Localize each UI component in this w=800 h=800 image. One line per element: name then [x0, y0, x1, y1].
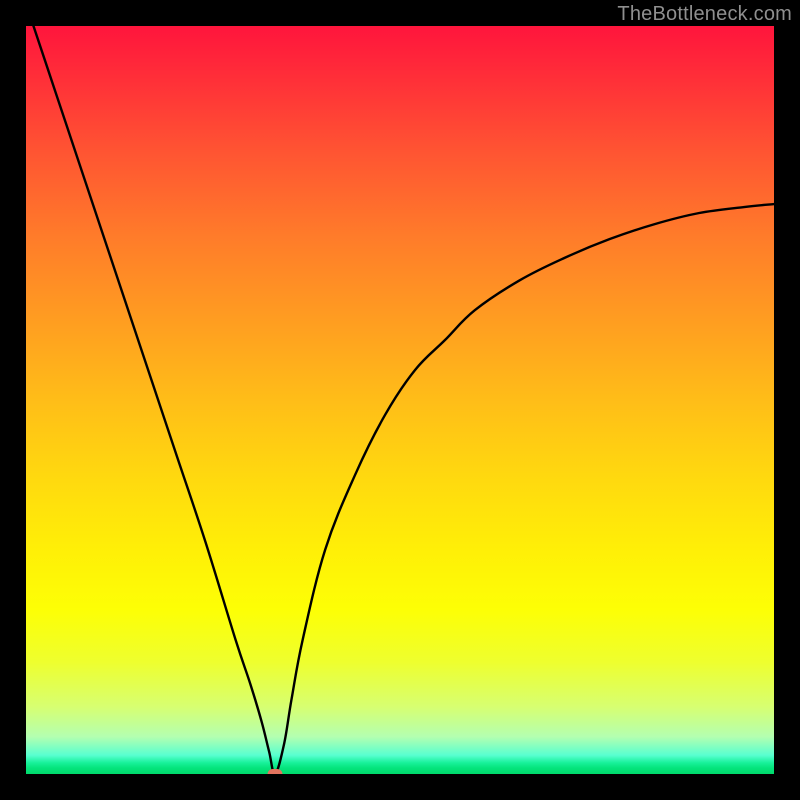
curve-layer: [26, 26, 774, 774]
chart-frame: TheBottleneck.com: [0, 0, 800, 800]
watermark-label: TheBottleneck.com: [617, 3, 792, 26]
bottleneck-curve: [26, 26, 774, 774]
minimum-marker-icon: [268, 769, 283, 774]
plot-area: [26, 26, 774, 774]
